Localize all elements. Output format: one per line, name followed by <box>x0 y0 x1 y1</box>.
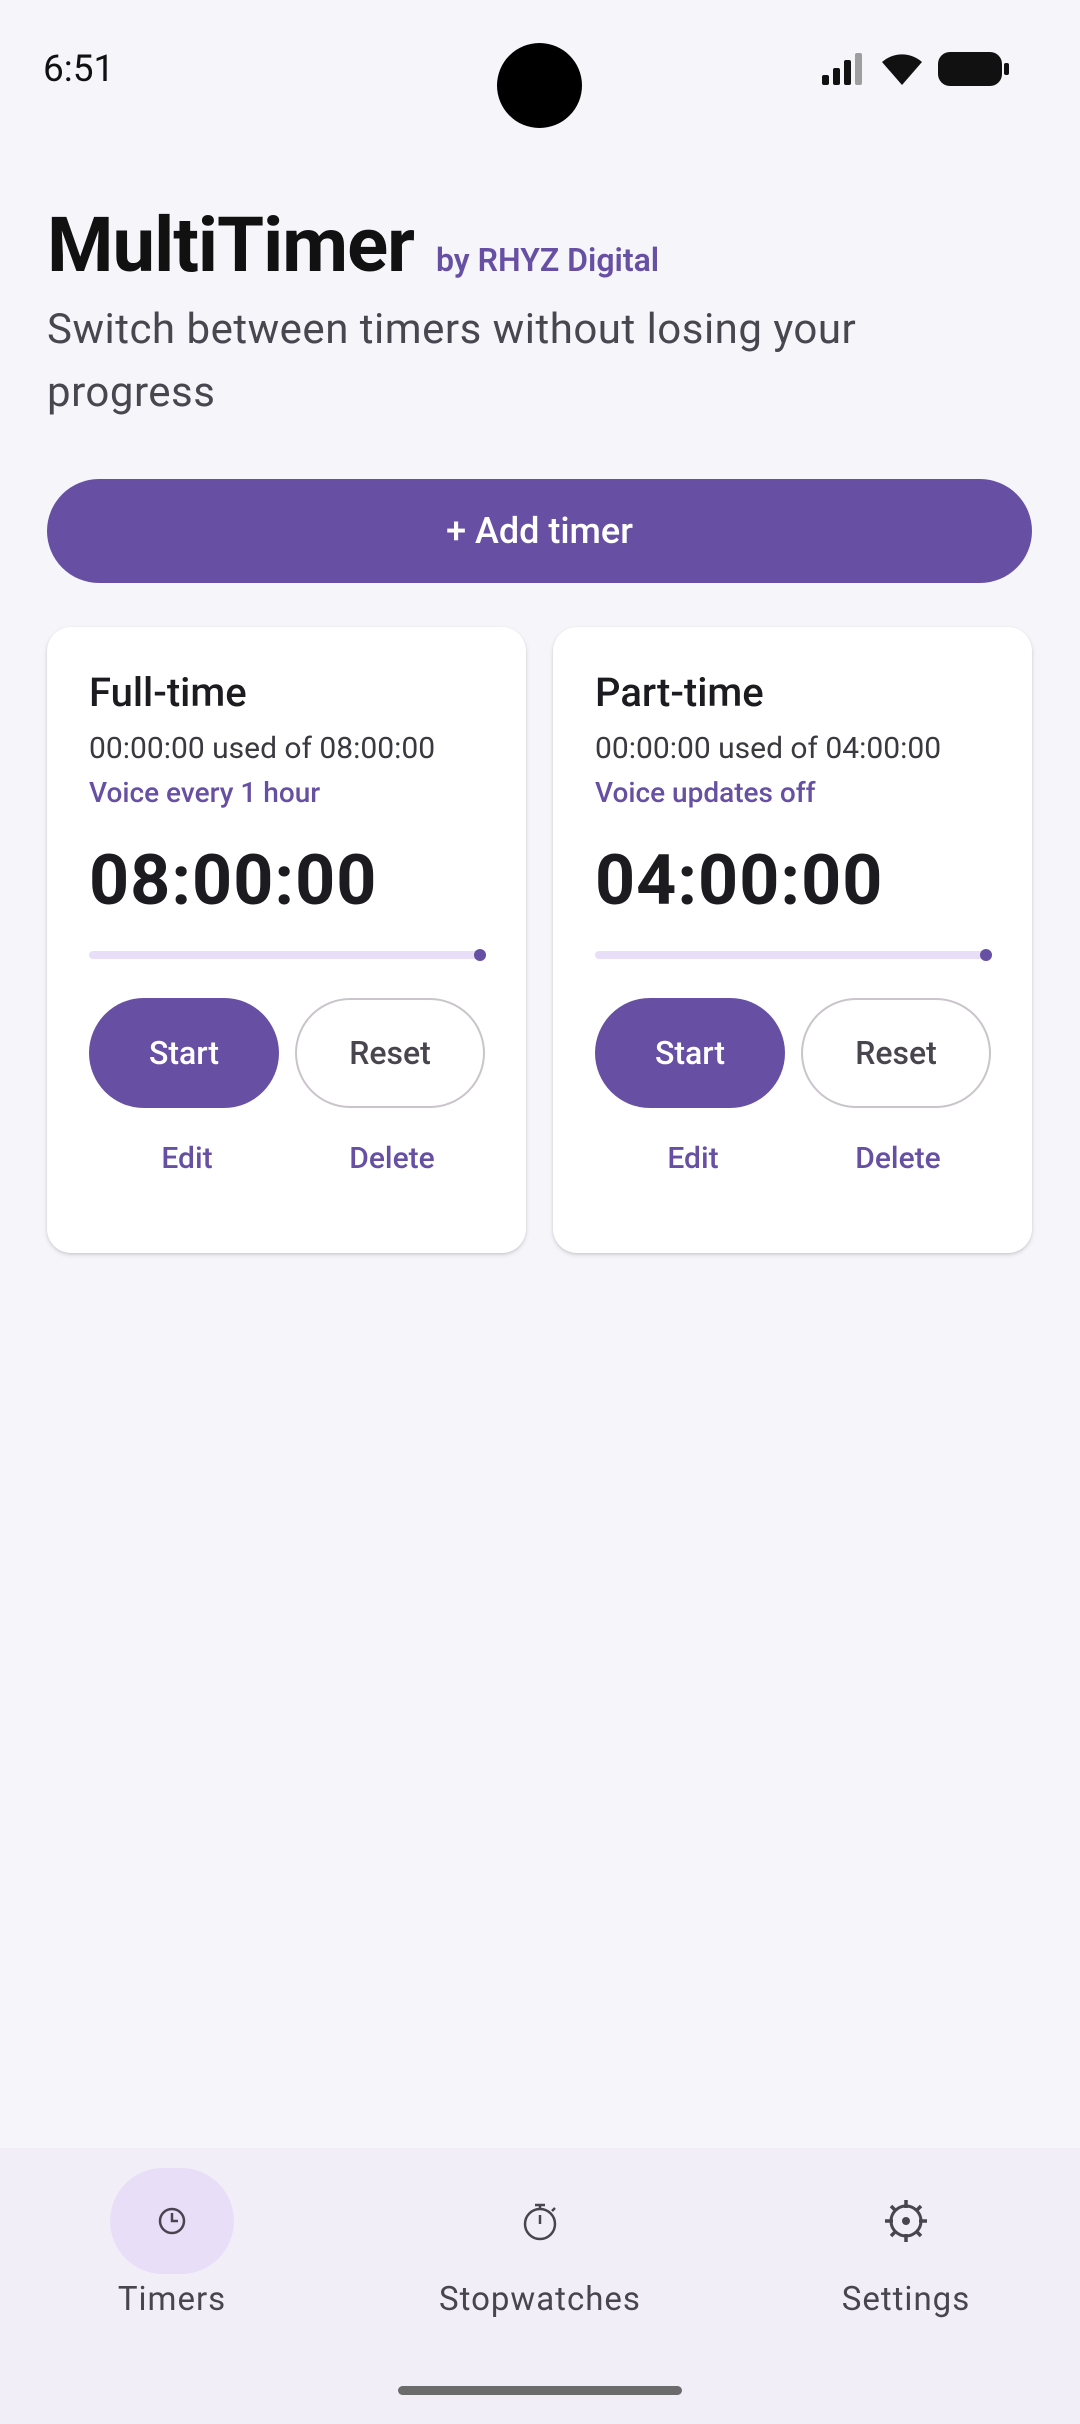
nav-active-indicator <box>110 2168 234 2274</box>
timer-card-part-time: Part-time 00:00:00 used of 04:00:00 Voic… <box>553 627 1032 1253</box>
nav-label: Timers <box>117 2280 227 2319</box>
timer-name: Part-time <box>595 669 764 716</box>
app-subtitle: Switch between timers without losing you… <box>47 305 857 417</box>
status-icons <box>822 52 1010 86</box>
timer-remaining-time: 04:00:00 <box>595 840 884 922</box>
start-button[interactable]: Start <box>595 998 785 1108</box>
timer-remaining-time: 08:00:00 <box>89 840 378 922</box>
gear-icon <box>885 2200 927 2242</box>
nav-item-timers[interactable]: Timers <box>0 2168 352 2319</box>
nav-label: Settings <box>841 2280 971 2319</box>
timer-name: Full-time <box>89 669 247 716</box>
signal-icon <box>822 53 862 85</box>
add-timer-button[interactable]: + Add timer <box>47 479 1032 583</box>
clock-icon <box>158 2207 186 2235</box>
delete-button[interactable]: Delete <box>833 1141 963 1176</box>
camera-cutout <box>497 43 582 128</box>
start-button[interactable]: Start <box>89 998 279 1108</box>
status-time: 6:51 <box>43 48 115 91</box>
app-title: MultiTimer <box>47 200 415 290</box>
timer-used-text: 00:00:00 used of 08:00:00 <box>89 731 436 766</box>
nav-label: Stopwatches <box>439 2280 641 2319</box>
bottom-navigation: Timers Stopwatches Settings <box>0 2148 1080 2424</box>
app-byline: by RHYZ Digital <box>435 241 660 279</box>
reset-button[interactable]: Reset <box>801 998 991 1108</box>
nav-icon-container <box>478 2168 602 2274</box>
app-header: MultiTimer by RHYZ Digital Switch betwee… <box>47 200 1047 424</box>
edit-button[interactable]: Edit <box>645 1141 741 1176</box>
progress-end-dot <box>474 949 486 961</box>
wifi-icon <box>882 54 922 85</box>
timer-used-text: 00:00:00 used of 04:00:00 <box>595 731 942 766</box>
edit-button[interactable]: Edit <box>139 1141 235 1176</box>
reset-button[interactable]: Reset <box>295 998 485 1108</box>
timer-voice-setting: Voice updates off <box>595 776 816 809</box>
nav-icon-container <box>844 2168 968 2274</box>
status-bar: 6:51 <box>0 0 1080 140</box>
timer-card-full-time: Full-time 00:00:00 used of 08:00:00 Voic… <box>47 627 526 1253</box>
home-indicator[interactable] <box>398 2386 682 2395</box>
timer-voice-setting: Voice every 1 hour <box>89 776 321 809</box>
nav-item-stopwatches[interactable]: Stopwatches <box>360 2168 720 2319</box>
timer-progress-bar <box>89 949 486 961</box>
nav-item-settings[interactable]: Settings <box>726 2168 1080 2319</box>
stopwatch-icon <box>523 2203 557 2241</box>
timer-progress-bar <box>595 949 992 961</box>
title-row: MultiTimer by RHYZ Digital <box>47 200 1047 290</box>
battery-icon <box>938 52 1009 86</box>
progress-end-dot <box>980 949 992 961</box>
delete-button[interactable]: Delete <box>327 1141 457 1176</box>
